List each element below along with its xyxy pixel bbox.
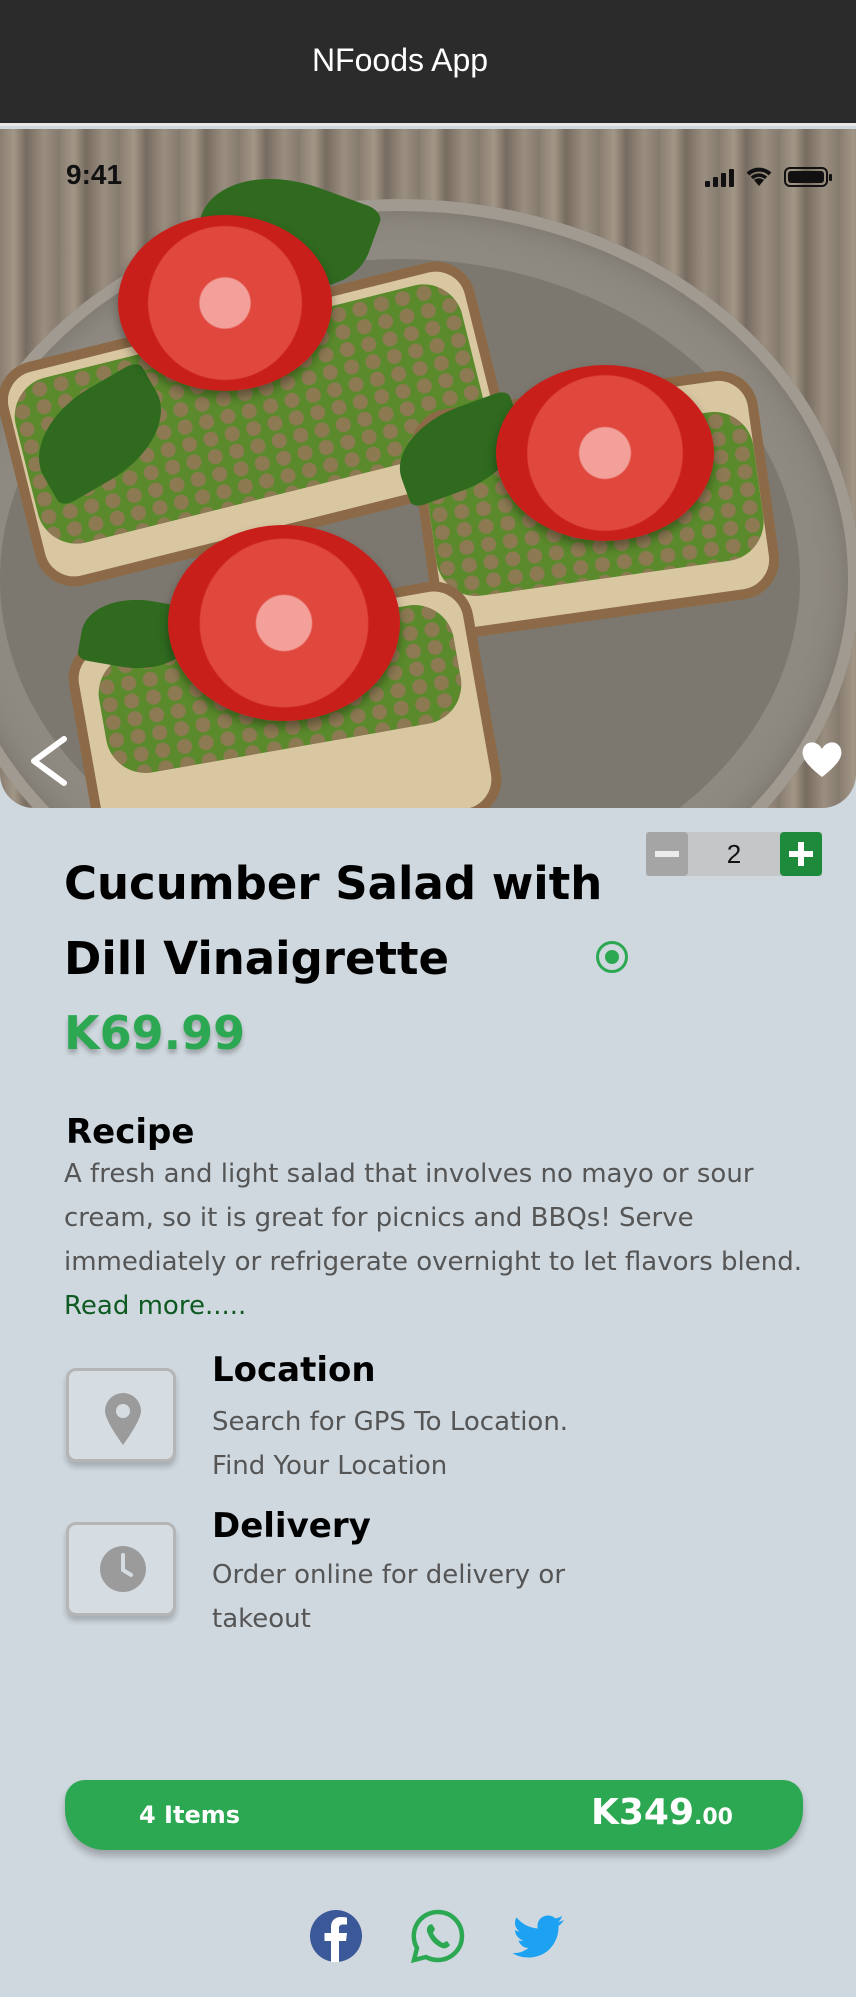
recipe-description: A fresh and light salad that involves no… <box>64 1152 804 1328</box>
cart-total: K349.00 <box>591 1792 733 1833</box>
clock-icon <box>100 1546 146 1592</box>
recipe-text: A fresh and light salad that involves no… <box>64 1159 803 1277</box>
location-description: Search for GPS To Location. Find Your Lo… <box>212 1400 672 1488</box>
delivery-icon-box[interactable] <box>66 1522 176 1616</box>
status-time: 9:41 <box>66 159 123 190</box>
cart-total-main: K349 <box>590 1792 695 1833</box>
back-arrow-icon[interactable] <box>26 731 76 791</box>
status-icons <box>705 165 832 187</box>
location-icon-box[interactable] <box>66 1368 176 1462</box>
signal-icon <box>705 169 734 187</box>
read-more-link[interactable]: Read more..... <box>64 1291 246 1321</box>
cart-summary-button[interactable]: 4 Items K349.00 <box>65 1780 803 1850</box>
favorite-heart-icon[interactable] <box>800 737 844 781</box>
product-price: K69.99 <box>64 1006 246 1060</box>
facebook-icon[interactable] <box>308 1908 364 1964</box>
product-title: Cucumber Salad with Dill Vinaigrette <box>64 857 603 985</box>
location-heading: Location <box>212 1350 376 1390</box>
delivery-description: Order online for delivery or takeout <box>212 1560 566 1634</box>
recipe-heading: Recipe <box>66 1112 195 1152</box>
location-line-1: Search for GPS To Location. <box>212 1407 569 1437</box>
decrease-quantity-button[interactable] <box>646 832 688 876</box>
location-pin-icon <box>105 1393 141 1445</box>
quantity-value: 2 <box>726 838 742 869</box>
wifi-icon <box>746 167 772 186</box>
increase-quantity-button[interactable] <box>780 832 822 876</box>
twitter-icon[interactable] <box>512 1908 568 1964</box>
veg-indicator-icon <box>596 941 628 973</box>
food-hero-image: 9:41 <box>0 129 856 808</box>
quantity-stepper: 2 <box>646 832 822 876</box>
whatsapp-icon[interactable] <box>410 1908 466 1964</box>
cart-item-count: 4 Items <box>139 1801 241 1829</box>
location-line-2: Find Your Location <box>212 1451 448 1481</box>
app-bar: NFoods App <box>0 0 856 126</box>
cart-total-cents: .00 <box>694 1805 733 1830</box>
delivery-heading: Delivery <box>212 1506 371 1546</box>
battery-icon <box>784 167 832 187</box>
app-title: NFoods App <box>311 42 489 78</box>
